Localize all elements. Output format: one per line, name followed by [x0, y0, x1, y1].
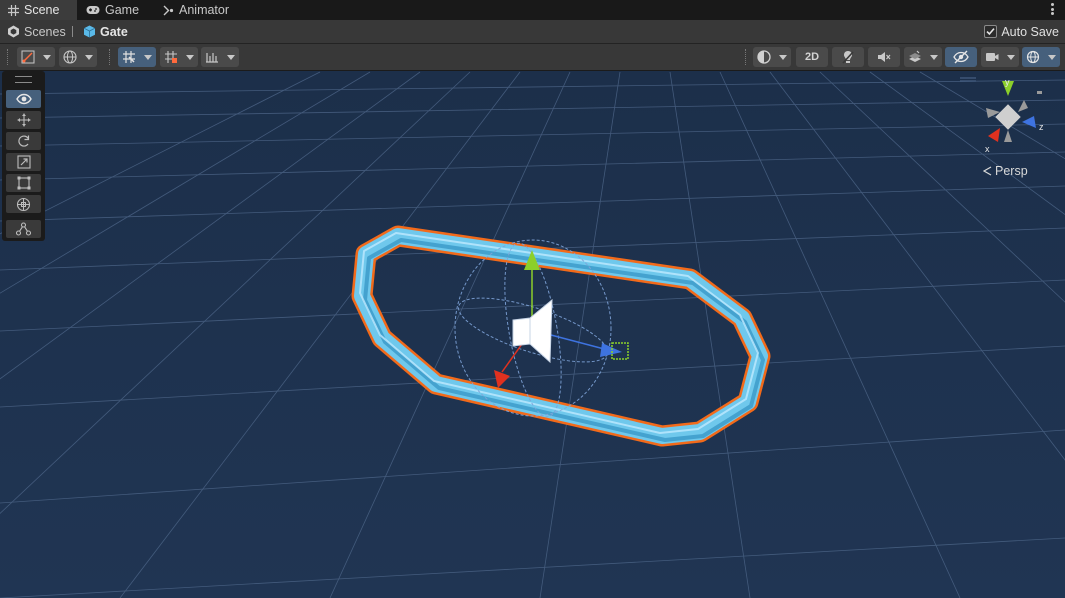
- gizmos-dropdown[interactable]: [1022, 47, 1060, 67]
- window-tab-bar: Scene Game Animator: [0, 0, 1065, 20]
- scene-viewport[interactable]: [0, 71, 1065, 598]
- chevron-down-icon: [227, 54, 235, 60]
- toolbar-grip: [745, 49, 748, 65]
- tool-handle-position-dropdown[interactable]: [17, 47, 55, 67]
- breadcrumb-scenes-label: Scenes: [24, 24, 66, 39]
- breadcrumb-scenes[interactable]: Scenes: [7, 23, 66, 40]
- chevron-down-icon: [144, 54, 152, 60]
- autosave-toggle[interactable]: Auto Save: [984, 23, 1059, 40]
- grid-snap-icon: [123, 51, 135, 63]
- shading-sphere-icon: [757, 50, 771, 64]
- gizmo-sphere-icon: [1026, 50, 1040, 64]
- ruler-icon: [206, 53, 218, 63]
- autosave-label: Auto Save: [1001, 24, 1059, 39]
- tools-overlay: [2, 71, 45, 241]
- grid-visibility-dropdown[interactable]: [118, 47, 156, 67]
- gizmo-label-z: z: [1039, 122, 1044, 132]
- chevron-down-icon: [1048, 54, 1056, 60]
- rotate-icon: [17, 135, 29, 147]
- gizmo-label-y: y: [1005, 77, 1010, 87]
- globe-icon: [63, 50, 77, 64]
- breadcrumb-separator: [72, 26, 73, 37]
- unity-logo-icon: [8, 25, 19, 38]
- animator-icon: [163, 5, 174, 15]
- projection-label: Persp: [995, 164, 1028, 178]
- rect-tool-button[interactable]: [6, 174, 41, 192]
- transform-all-icon: [16, 197, 31, 211]
- tab-label: Scene: [24, 3, 60, 17]
- eye-icon: [15, 93, 32, 105]
- breadcrumb-gate-label: Gate: [100, 24, 128, 39]
- grid-snapping-dropdown[interactable]: [160, 47, 198, 67]
- tab-label: Animator: [179, 3, 230, 17]
- scene-toolbar: 2D: [0, 44, 1065, 71]
- audio-toggle-button[interactable]: [868, 47, 900, 67]
- overlay-drag-handle[interactable]: [15, 76, 32, 83]
- chevron-down-icon: [85, 54, 93, 60]
- orientation-gizmo[interactable]: y z x Persp: [978, 77, 1048, 178]
- eye-hidden-icon: [953, 50, 969, 64]
- chevron-down-icon: [1007, 54, 1015, 60]
- tool-handle-rotation-dropdown[interactable]: [59, 47, 97, 67]
- autosave-checkbox[interactable]: [984, 25, 998, 38]
- camera-settings-dropdown[interactable]: [981, 47, 1019, 67]
- chevron-down-icon: [930, 54, 938, 60]
- checkmark-icon: [986, 28, 995, 36]
- move-tool-button[interactable]: [6, 111, 41, 129]
- breadcrumb: Scenes Gate Auto Save: [0, 20, 1065, 44]
- toggle-2d-button[interactable]: 2D: [796, 47, 828, 67]
- tab-animator[interactable]: Animator: [163, 0, 229, 20]
- rotate-tool-button[interactable]: [6, 132, 41, 150]
- prefab-cube-icon: [83, 25, 96, 38]
- axis-gizmo-icon[interactable]: [978, 78, 1048, 153]
- gizmo-label-x: x: [985, 144, 990, 154]
- grid-icon: [8, 4, 19, 16]
- chevron-down-icon: [779, 54, 787, 60]
- gamepad-icon: [86, 6, 100, 14]
- scale-icon: [16, 155, 31, 169]
- tab-game[interactable]: Game: [86, 0, 139, 20]
- tab-scene[interactable]: Scene: [0, 0, 77, 20]
- pivot-icon: [21, 50, 35, 64]
- effects-dropdown[interactable]: [904, 47, 942, 67]
- view-tool-button[interactable]: [6, 90, 41, 108]
- custom-tool-button[interactable]: [6, 220, 41, 238]
- lighting-toggle-button[interactable]: [832, 47, 864, 67]
- lightbulb-icon: [842, 51, 854, 64]
- toolbar-grip: [109, 49, 112, 65]
- snap-magnet-icon: [165, 51, 177, 63]
- speaker-muted-icon: [878, 52, 891, 62]
- chevron-down-icon: [43, 54, 51, 60]
- scene-visibility-toggle[interactable]: [945, 47, 977, 67]
- tab-label: Game: [105, 3, 140, 17]
- increment-snapping-dropdown[interactable]: [201, 47, 239, 67]
- layers-effects-icon: [909, 50, 921, 62]
- toggle-2d-label: 2D: [804, 51, 820, 63]
- chevron-left-icon: [983, 166, 992, 176]
- breadcrumb-gate[interactable]: Gate: [83, 23, 128, 40]
- scale-tool-button[interactable]: [6, 153, 41, 171]
- move-arrows-icon: [17, 113, 30, 127]
- transform-tool-button[interactable]: [6, 195, 41, 213]
- custom-tool-icon: [16, 222, 31, 236]
- more-options-icon[interactable]: [1047, 2, 1057, 16]
- draw-mode-dropdown[interactable]: [753, 47, 791, 67]
- rect-transform-icon: [17, 176, 30, 190]
- projection-toggle[interactable]: Persp: [983, 164, 1028, 178]
- camera-icon: [986, 53, 999, 61]
- chevron-down-icon: [186, 54, 194, 60]
- toolbar-grip: [7, 49, 10, 65]
